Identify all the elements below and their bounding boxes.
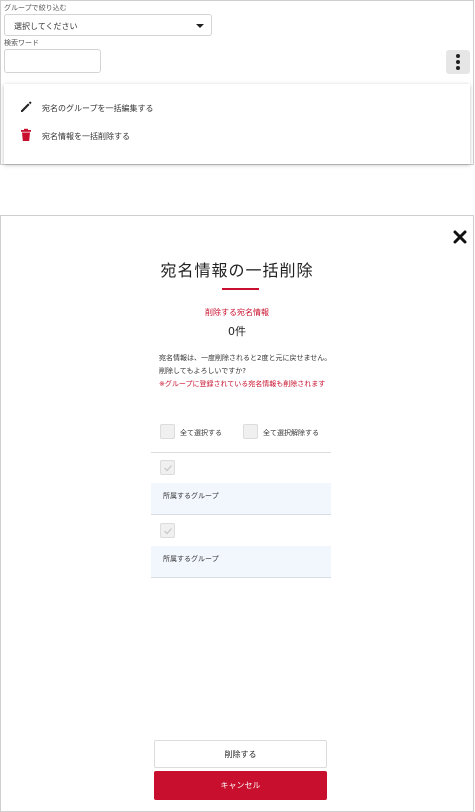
record-group-box: 所属するグループ [151, 546, 331, 578]
trash-icon [21, 128, 31, 141]
bulk-delete-menu-item[interactable]: 宛名情報を一括削除する [4, 122, 470, 150]
modal-title: 宛名情報の一括削除 [160, 261, 314, 280]
bulk-delete-label: 宛名情報を一括削除する [42, 132, 130, 141]
record-checkbox[interactable] [160, 460, 175, 475]
deselect-all-label: 全て選択解除する [263, 429, 319, 437]
warning-note: ※グループに登録されている宛名情報も削除されます [159, 380, 326, 388]
record-count: 0件 [228, 325, 246, 338]
record-checkbox[interactable] [160, 523, 175, 538]
title-underline [222, 288, 259, 290]
group-filter-label: グループで絞り込む [4, 4, 67, 12]
caret-down-icon [196, 24, 204, 28]
action-menu: 宛名のグループを一括編集する 宛名情報を一括削除する [4, 84, 470, 164]
more-options-button[interactable] [446, 50, 470, 74]
check-icon [164, 528, 172, 535]
search-label: 検索ワード [4, 39, 39, 47]
warning-text: 宛名情報は、一度削除されると2度と元に戻せません。削除してもよろしいですか? [159, 354, 332, 375]
divider [151, 452, 331, 453]
record-group-box: 所属するグループ [151, 483, 331, 515]
deselect-all-checkbox[interactable] [243, 424, 258, 439]
search-input[interactable] [4, 49, 101, 73]
filter-panel: グループで絞り込む 選択してください 検索ワード 宛名のグループを一括編集する … [0, 0, 474, 165]
kebab-menu-icon [456, 54, 460, 58]
section-label: 削除する宛名情報 [205, 308, 269, 317]
delete-button[interactable]: 削除する [154, 740, 327, 768]
pencil-icon [21, 101, 32, 112]
select-all-checkbox[interactable] [160, 424, 175, 439]
group-filter-select-value: 選択してください [14, 22, 78, 31]
close-icon[interactable] [452, 229, 468, 245]
bulk-edit-group-menu-item[interactable]: 宛名のグループを一括編集する [4, 94, 470, 122]
cancel-button[interactable]: キャンセル [154, 771, 327, 800]
bulk-edit-group-label: 宛名のグループを一括編集する [42, 104, 154, 113]
bulk-delete-modal: 宛名情報の一括削除 削除する宛名情報 0件 宛名情報は、一度削除されると2度と元… [0, 215, 474, 812]
record-group-label: 所属するグループ [163, 555, 219, 563]
record-group-label: 所属するグループ [163, 492, 219, 500]
select-all-label: 全て選択する [180, 429, 222, 437]
group-filter-select[interactable]: 選択してください [4, 14, 212, 36]
warning-message: 宛名情報は、一度削除されると2度と元に戻せません。削除してもよろしいですか? ※… [159, 352, 334, 391]
check-icon [164, 465, 172, 472]
